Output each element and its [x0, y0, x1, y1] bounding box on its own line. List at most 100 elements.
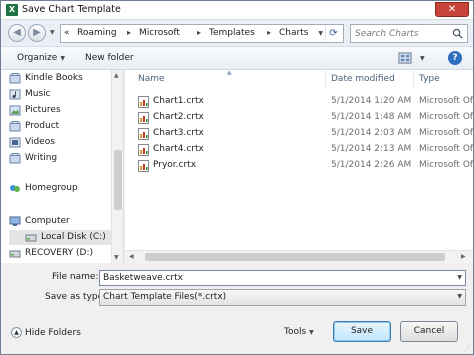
- recent-locations-dropdown[interactable]: ▼: [50, 29, 55, 36]
- scroll-down-icon[interactable]: ▼: [114, 254, 119, 261]
- organize-button[interactable]: Organize ▼: [17, 53, 65, 63]
- file-date: 5/1/2014 1:20 AM: [331, 96, 412, 106]
- chevron-down-icon: ▼: [60, 55, 65, 62]
- sidebar-item-homegroup[interactable]: Homegroup: [10, 181, 78, 196]
- address-dropdown[interactable]: ▼: [318, 30, 323, 37]
- view-dropdown-icon[interactable]: ▼: [420, 55, 425, 62]
- window-title: Save Chart Template: [22, 4, 121, 15]
- file-name: Chart1.crtx: [153, 96, 204, 106]
- breadcrumb-overflow[interactable]: «: [64, 28, 70, 38]
- column-header-date-modified[interactable]: Date modified: [331, 74, 395, 84]
- forward-button[interactable]: ▶: [28, 24, 46, 42]
- column-header-name[interactable]: Name: [138, 74, 165, 84]
- save-dialog: X Save Chart Template ✕ ◀ ▶ ▼ « Roaming …: [0, 0, 474, 355]
- sidebar-item-computer[interactable]: Computer: [9, 214, 70, 229]
- sidebar-item-writing[interactable]: Writing: [9, 151, 58, 166]
- breadcrumb-separator[interactable]: ▸: [197, 28, 201, 37]
- file-name-field[interactable]: Basketweave.crtx ▼: [99, 270, 466, 286]
- sidebar-item-music[interactable]: Music: [9, 87, 51, 102]
- scroll-up-icon[interactable]: ▲: [114, 72, 119, 79]
- file-name: Chart2.crtx: [153, 112, 204, 122]
- chart-template-icon: [138, 160, 149, 172]
- sidebar-item-label: Pictures: [25, 105, 61, 115]
- tools-label: Tools: [284, 327, 307, 337]
- sidebar-item-local-disk[interactable]: Local Disk (C:): [9, 230, 116, 245]
- file-list-horizontal-scrollbar[interactable]: ◀ ▶: [125, 250, 473, 263]
- chart-template-icon: [138, 112, 149, 124]
- file-name: Chart4.crtx: [153, 144, 204, 154]
- sidebar-item-label: RECOVERY (D:): [25, 248, 94, 258]
- scroll-right-icon[interactable]: ▶: [461, 253, 466, 260]
- navigation-pane: Kindle Books Music Pictures Product Vide…: [1, 70, 124, 263]
- sidebar-item-label: Homegroup: [25, 183, 78, 193]
- chevron-down-icon: ▼: [309, 329, 314, 336]
- column-divider[interactable]: [413, 70, 414, 90]
- organize-label: Organize: [17, 53, 58, 63]
- file-name: Chart3.crtx: [153, 128, 204, 138]
- breadcrumb-roaming[interactable]: Roaming: [77, 28, 117, 38]
- breadcrumb-templates[interactable]: Templates: [209, 28, 255, 38]
- save-as-type-select[interactable]: Chart Template Files(*.crtx) ▼: [99, 289, 466, 306]
- computer-icon: [9, 216, 21, 226]
- column-header-type[interactable]: Type: [419, 74, 440, 84]
- sidebar-item-videos[interactable]: Videos: [9, 135, 55, 150]
- scroll-left-icon[interactable]: ◀: [129, 253, 134, 260]
- cancel-button[interactable]: Cancel: [400, 321, 458, 342]
- sidebar-item-label: Music: [25, 89, 51, 99]
- excel-icon: X: [6, 4, 18, 16]
- scrollbar-thumb[interactable]: [114, 150, 122, 210]
- chart-template-icon: [138, 128, 149, 140]
- scrollbar-thumb[interactable]: [145, 253, 445, 261]
- search-placeholder[interactable]: Search Charts: [355, 29, 418, 39]
- new-folder-button[interactable]: New folder: [85, 53, 134, 63]
- help-icon[interactable]: ?: [448, 51, 462, 65]
- sidebar-item-label: Computer: [25, 216, 70, 226]
- file-row[interactable]: Pryor.crtx 5/1/2014 2:26 AM Microsoft Of: [135, 158, 473, 174]
- breadcrumb-separator[interactable]: ▸: [267, 28, 271, 37]
- back-button[interactable]: ◀: [8, 24, 26, 42]
- close-button[interactable]: ✕: [435, 2, 469, 17]
- address-bar[interactable]: « Roaming ▸ Microsoft ▸ Templates ▸ Char…: [60, 24, 344, 43]
- file-type: Microsoft Of: [419, 96, 473, 106]
- resize-grip-icon[interactable]: ⋰: [464, 344, 471, 352]
- view-options-icon[interactable]: [398, 52, 412, 64]
- sidebar-item-product[interactable]: Product: [9, 119, 60, 134]
- nav-pane-scrollbar[interactable]: ▲ ▼: [111, 70, 123, 263]
- file-type: Microsoft Of: [419, 112, 473, 122]
- save-button[interactable]: Save: [333, 321, 391, 342]
- hide-folders-button[interactable]: ▲ Hide Folders: [11, 327, 81, 338]
- sidebar-item-label: Writing: [25, 153, 58, 163]
- file-row[interactable]: Chart2.crtx 5/1/2014 1:48 AM Microsoft O…: [135, 110, 473, 126]
- tools-menu-button[interactable]: Tools ▼: [284, 327, 314, 337]
- sidebar-item-label: Product: [25, 121, 60, 131]
- file-row[interactable]: Chart1.crtx 5/1/2014 1:20 AM Microsoft O…: [135, 94, 473, 110]
- chevron-down-icon[interactable]: ▼: [457, 271, 462, 285]
- sidebar-item-recovery-drive[interactable]: RECOVERY (D:): [9, 246, 94, 261]
- file-row[interactable]: Chart3.crtx 5/1/2014 2:03 AM Microsoft O…: [135, 126, 473, 142]
- navigation-bar: ◀ ▶ ▼ « Roaming ▸ Microsoft ▸ Templates …: [1, 20, 473, 47]
- column-divider[interactable]: [325, 70, 326, 90]
- title-bar: X Save Chart Template ✕: [1, 1, 473, 20]
- file-type: Microsoft Of: [419, 144, 473, 154]
- file-date: 5/1/2014 2:13 AM: [331, 144, 412, 154]
- video-icon: [9, 137, 21, 148]
- chart-template-icon: [138, 96, 149, 108]
- breadcrumb-microsoft[interactable]: Microsoft: [139, 28, 180, 38]
- sidebar-item-label: Kindle Books: [25, 73, 83, 83]
- sidebar-item-kindle-books[interactable]: Kindle Books: [9, 71, 83, 86]
- save-as-type-value[interactable]: Chart Template Files(*.crtx): [103, 292, 226, 302]
- save-as-type-label: Save as type:: [45, 292, 107, 302]
- music-icon: [9, 89, 21, 100]
- file-type: Microsoft Of: [419, 128, 473, 138]
- hide-folders-label: Hide Folders: [25, 328, 81, 338]
- file-row[interactable]: Chart4.crtx 5/1/2014 2:13 AM Microsoft O…: [135, 142, 473, 158]
- search-icon[interactable]: [452, 28, 463, 39]
- refresh-icon[interactable]: ⟳: [325, 26, 341, 41]
- sidebar-item-pictures[interactable]: Pictures: [9, 103, 61, 118]
- breadcrumb-charts[interactable]: Charts: [279, 28, 308, 38]
- search-box[interactable]: Search Charts: [350, 24, 468, 43]
- chevron-down-icon[interactable]: ▼: [457, 290, 462, 304]
- file-date: 5/1/2014 1:48 AM: [331, 112, 412, 122]
- file-name-value[interactable]: Basketweave.crtx: [103, 273, 183, 283]
- breadcrumb-separator[interactable]: ▸: [127, 28, 131, 37]
